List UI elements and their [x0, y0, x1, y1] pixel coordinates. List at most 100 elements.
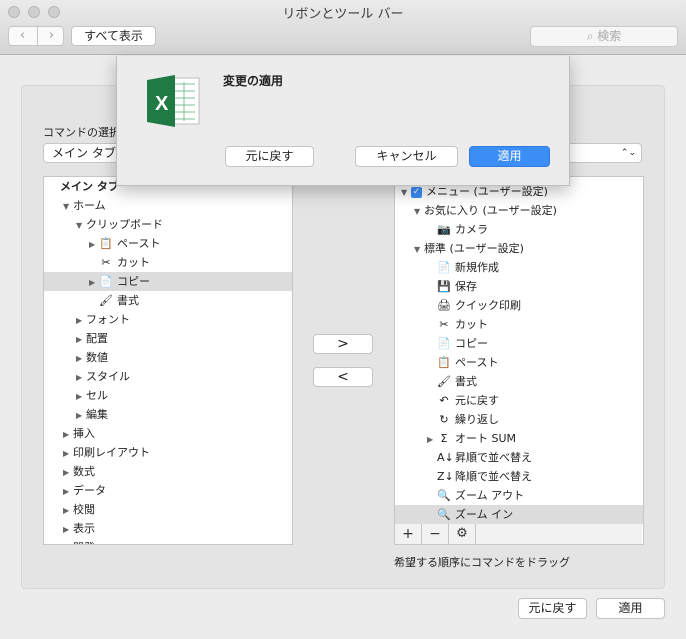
disclosure-closed-icon[interactable]: ▶ [63, 444, 73, 463]
list-item[interactable]: ▶ 印刷レイアウト [44, 443, 292, 463]
list-item[interactable]: 💾 保存 [395, 277, 643, 296]
list-item-label: 数式 [73, 465, 95, 478]
show-all-button[interactable]: すべて表示 [71, 26, 156, 46]
disclosure-open-icon[interactable]: ▼ [76, 216, 86, 235]
list-item[interactable]: ✂ カット [44, 253, 292, 272]
disclosure-closed-icon[interactable]: ▶ [76, 368, 86, 387]
list-item[interactable]: ↶元に戻す|▸ [395, 391, 643, 410]
list-item[interactable]: ▶📋ペースト|▸ [44, 234, 292, 254]
disclosure-closed-icon[interactable]: ▶ [63, 501, 73, 520]
command-icon: 📋 [437, 356, 451, 369]
add-command-button[interactable]: > [313, 334, 373, 354]
remove-command-button[interactable]: < [313, 367, 373, 387]
ribbon-dropdown[interactable]: ⌃⌄ [558, 143, 642, 163]
disclosure-open-icon[interactable]: ▼ [414, 202, 424, 221]
search-icon: ⌕ [586, 29, 594, 43]
disclosure-closed-icon[interactable]: ▶ [89, 273, 99, 292]
chevron-right-icon[interactable]: › [37, 27, 65, 45]
list-item[interactable]: ▶ 表示 [44, 519, 292, 539]
disclosure-closed-icon[interactable]: ▶ [76, 330, 86, 349]
list-item[interactable]: ▼ ホーム [44, 196, 292, 216]
disclosure-open-icon[interactable]: ▼ [63, 197, 73, 216]
command-icon: A↓ [437, 451, 454, 464]
list-item-label: ズーム アウト [455, 489, 525, 502]
commands-label: コマンドの選択 [43, 126, 120, 139]
chevron-left-icon[interactable]: ‹ [9, 27, 36, 45]
apply-button[interactable]: 適用 [596, 598, 665, 619]
list-item[interactable]: ✂ カット [395, 315, 643, 334]
list-item[interactable]: ▶ 数式 [44, 462, 292, 482]
list-item-label: お気に入り (ユーザー設定) [424, 204, 557, 217]
disclosure-closed-icon[interactable]: ▶ [63, 425, 73, 444]
command-icon: 📄 [437, 337, 451, 350]
list-item[interactable]: ▼ クリップボード [44, 215, 292, 235]
customized-commands-list[interactable]: + − ⚙ ▼ ✓ メニュー (ユーザー設定) ▼ お気に入り (ユーザー設定) 📷 カメラ… [394, 176, 644, 545]
dialog-revert-button[interactable]: 元に戻す [225, 146, 314, 167]
gear-icon[interactable]: ⚙ [449, 524, 476, 544]
dialog-apply-button[interactable]: 適用 [469, 146, 550, 167]
revert-button[interactable]: 元に戻す [518, 598, 587, 619]
available-commands-list[interactable]: メイン タブ▼ホーム▼クリップボード▶📋ペースト|▸✂カット▶📄コピー|▸🖌書式… [43, 176, 293, 545]
disclosure-closed-icon[interactable]: ▶ [63, 539, 73, 544]
list-item[interactable]: 📄 コピー [395, 334, 643, 353]
list-item-label: 元に戻す [455, 394, 499, 407]
disclosure-closed-icon[interactable]: ▶ [63, 482, 73, 501]
disclosure-closed-icon[interactable]: ▶ [76, 311, 86, 330]
disclosure-closed-icon[interactable]: ▶ [89, 235, 99, 254]
list-item[interactable]: ▶ スタイル [44, 367, 292, 387]
disclosure-closed-icon[interactable]: ▶ [76, 349, 86, 368]
list-item[interactable]: ▶ セル [44, 386, 292, 406]
list-item[interactable]: ▶ フォント [44, 310, 292, 330]
list-item-label: 降順で並べ替え [455, 470, 532, 483]
list-item-label: フォント [86, 313, 130, 326]
search-input[interactable]: ⌕ 検索 [530, 26, 678, 47]
list-item[interactable]: ▶ 編集 [44, 405, 292, 425]
list-item-label: 開発 [73, 541, 95, 544]
command-icon: 📄 [99, 275, 113, 288]
list-item-label: メニュー (ユーザー設定) [426, 185, 548, 198]
list-item[interactable]: ▶Σオート SUM|▸ [395, 429, 643, 449]
list-item-label: カメラ [455, 223, 488, 236]
list-item[interactable]: ▶ データ [44, 481, 292, 501]
disclosure-closed-icon[interactable]: ▶ [63, 463, 73, 482]
list-item-label: 挿入 [73, 427, 95, 440]
list-item[interactable]: ▶ 挿入 [44, 424, 292, 444]
list-item-label: 校閲 [73, 503, 95, 516]
list-item[interactable]: ▶ 配置 [44, 329, 292, 349]
list-item[interactable]: ▼ 標準 (ユーザー設定) [395, 239, 643, 259]
list-item-label: ホーム [73, 199, 106, 212]
list-item[interactable]: 📷 カメラ [395, 220, 643, 239]
disclosure-closed-icon[interactable]: ▶ [63, 520, 73, 539]
list-item[interactable]: ▶📄コピー|▸ [44, 272, 292, 292]
disclosure-open-icon[interactable]: ▼ [414, 240, 424, 259]
list-item-label: スタイル [86, 370, 130, 383]
list-item-label: 編集 [86, 408, 108, 421]
disclosure-closed-icon[interactable]: ▶ [76, 387, 86, 406]
add-item-button[interactable]: + [395, 524, 422, 544]
list-item[interactable]: 📄 新規作成 [395, 258, 643, 277]
list-item[interactable]: ↻ 繰り返し [395, 410, 643, 429]
list-item[interactable]: ▼ お気に入り (ユーザー設定) [395, 201, 643, 221]
list-item-label: 数値 [86, 351, 108, 364]
command-icon: 📷 [437, 223, 451, 236]
checkbox-checked-icon[interactable]: ✓ [411, 186, 422, 198]
dialog-cancel-button[interactable]: キャンセル [355, 146, 458, 167]
list-item[interactable]: ▶ 校閲 [44, 500, 292, 520]
list-item[interactable]: 🖨 クイック印刷 [395, 296, 643, 315]
list-item-label: クイック印刷 [455, 299, 521, 312]
list-item[interactable]: 📋 ペースト [395, 353, 643, 372]
list-item[interactable]: 🔍 ズーム イン [395, 505, 643, 524]
list-item[interactable]: A↓昇順で並べ替え [395, 448, 643, 467]
list-item[interactable]: ▶ 数値 [44, 348, 292, 368]
list-item-label: 表示 [73, 522, 95, 535]
disclosure-closed-icon[interactable]: ▶ [427, 430, 437, 449]
remove-item-button[interactable]: − [422, 524, 449, 544]
list-item[interactable]: ▶開発 [44, 538, 292, 544]
list-item[interactable]: Z↓降順で並べ替え [395, 467, 643, 486]
list-item[interactable]: 🖌 書式 [44, 291, 292, 310]
disclosure-closed-icon[interactable]: ▶ [76, 406, 86, 425]
list-item-label: コピー [455, 337, 488, 350]
list-item[interactable]: 🖌 書式 [395, 372, 643, 391]
list-footer-toolbar: + − ⚙ [395, 523, 642, 544]
list-item[interactable]: 🔍 ズーム アウト [395, 486, 643, 505]
